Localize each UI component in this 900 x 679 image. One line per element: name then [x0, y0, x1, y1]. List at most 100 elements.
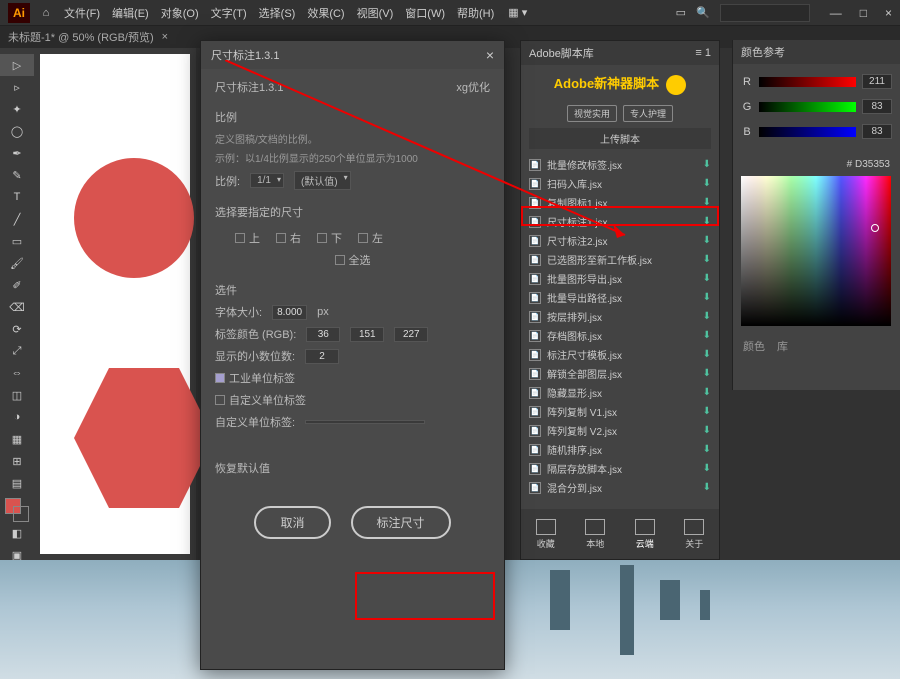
download-icon[interactable]: ⬇	[703, 311, 711, 322]
menu-view[interactable]: 视图(V)	[357, 5, 394, 21]
label-color-r-input[interactable]: 36	[306, 327, 340, 342]
bottom-tab-about[interactable]: 关于	[684, 519, 704, 550]
r-slider[interactable]	[759, 77, 856, 87]
tool-eraser[interactable]: ⌫	[0, 296, 34, 318]
search-input[interactable]	[720, 4, 810, 22]
tool-width[interactable]: ⇔	[0, 362, 34, 384]
check-top[interactable]	[235, 233, 245, 243]
script-item[interactable]: 📄隔层存放脚本.jsx⬇	[521, 459, 719, 478]
script-item[interactable]: 📄尺寸标注2.jsx⬇	[521, 231, 719, 250]
script-item[interactable]: 📄扫码入库.jsx⬇	[521, 174, 719, 193]
g-value-input[interactable]: 83	[862, 99, 892, 114]
tool-shaper[interactable]: ✐	[0, 274, 34, 296]
tool-type[interactable]: T	[0, 186, 34, 208]
scripts-tag-1[interactable]: 视觉实用	[567, 105, 617, 122]
tool-line[interactable]: ╱	[0, 208, 34, 230]
r-value-input[interactable]: 211	[862, 74, 892, 89]
bottom-tab-cloud[interactable]: 云端	[635, 519, 655, 550]
tool-direct-select[interactable]: ▹	[0, 76, 34, 98]
menu-edit[interactable]: 编辑(E)	[112, 5, 149, 21]
script-item[interactable]: 📄随机排序.jsx⬇	[521, 440, 719, 459]
menu-window[interactable]: 窗口(W)	[405, 5, 445, 21]
b-value-input[interactable]: 83	[862, 124, 892, 139]
download-icon[interactable]: ⬇	[703, 482, 711, 493]
color-panel-tab[interactable]: 颜色参考	[733, 40, 900, 64]
script-item[interactable]: 📄尺寸标注1.jsx⬇	[521, 212, 719, 231]
search-icon[interactable]: 🔍	[696, 6, 710, 19]
check-bottom[interactable]	[317, 233, 327, 243]
scripts-list[interactable]: 📄批量修改标签.jsx⬇📄扫码入库.jsx⬇📄复制图标1.jsx⬇📄尺寸标注1.…	[521, 153, 719, 499]
script-item[interactable]: 📄按层排列.jsx⬇	[521, 307, 719, 326]
check-engineering-units[interactable]	[215, 373, 225, 383]
download-icon[interactable]: ⬇	[703, 463, 711, 474]
tool-free-transform[interactable]: ◫	[0, 384, 34, 406]
download-icon[interactable]: ⬇	[703, 159, 711, 170]
scripts-panel-tab[interactable]: Adobe脚本库	[529, 45, 594, 61]
tool-brush[interactable]: 🖌	[0, 252, 34, 274]
check-left[interactable]	[358, 233, 368, 243]
menu-help[interactable]: 帮助(H)	[457, 5, 494, 21]
window-close-icon[interactable]: ×	[885, 6, 892, 20]
download-icon[interactable]: ⬇	[703, 425, 711, 436]
tool-lasso[interactable]: ◯	[0, 120, 34, 142]
hex-value-input[interactable]: D35353	[855, 159, 890, 170]
script-item[interactable]: 📄已选图形至新工作板.jsx⬇	[521, 250, 719, 269]
menu-effect[interactable]: 效果(C)	[307, 5, 344, 21]
label-color-g-input[interactable]: 151	[350, 327, 384, 342]
script-item[interactable]: 📄隐藏显形.jsx⬇	[521, 383, 719, 402]
menu-type[interactable]: 文字(T)	[211, 5, 247, 21]
tool-selection[interactable]: ▷	[0, 54, 34, 76]
label-color-b-input[interactable]: 227	[394, 327, 428, 342]
check-all[interactable]	[335, 255, 345, 265]
script-item[interactable]: 📄批量修改标签.jsx⬇	[521, 155, 719, 174]
document-tab[interactable]: 未标题-1* @ 50% (RGB/预览)	[8, 29, 154, 45]
menu-select[interactable]: 选择(S)	[259, 5, 296, 21]
tool-scale[interactable]: ⤢	[0, 340, 34, 362]
download-icon[interactable]: ⬇	[703, 235, 711, 246]
script-item[interactable]: 📄批量导出路径.jsx⬇	[521, 288, 719, 307]
download-icon[interactable]: ⬇	[703, 178, 711, 189]
tool-pen[interactable]: ✒	[0, 142, 34, 164]
tool-magic-wand[interactable]: ✦	[0, 98, 34, 120]
download-icon[interactable]: ⬇	[703, 368, 711, 379]
shape-circle[interactable]	[74, 158, 194, 278]
window-maximize-icon[interactable]: □	[860, 6, 867, 20]
download-icon[interactable]: ⬇	[703, 387, 711, 398]
tool-perspective[interactable]: ▦	[0, 428, 34, 450]
scripts-tag-2[interactable]: 专人护理	[623, 105, 673, 122]
fill-stroke-swatch[interactable]	[5, 498, 29, 522]
window-minimize-icon[interactable]: —	[830, 6, 842, 20]
dialog-titlebar[interactable]: 尺寸标注1.3.1 ×	[201, 41, 504, 69]
tool-draw-modes[interactable]: ◧	[0, 522, 34, 544]
script-item[interactable]: 📄存档图标.jsx⬇	[521, 326, 719, 345]
ratio-dropdown[interactable]: 1/1	[250, 173, 284, 188]
download-icon[interactable]: ⬇	[703, 330, 711, 341]
lib-tab-library[interactable]: 库	[777, 338, 788, 354]
bottom-tab-fav[interactable]: 收藏	[536, 519, 556, 550]
document-tab-close-icon[interactable]: ×	[162, 31, 168, 43]
script-item[interactable]: 📄阵列复制 V2.jsx⬇	[521, 421, 719, 440]
menu-extra-icon[interactable]: ▦ ▾	[508, 6, 527, 19]
ok-button[interactable]: 标注尺寸	[351, 506, 451, 539]
g-slider[interactable]	[759, 102, 856, 112]
tool-rectangle[interactable]: ▭	[0, 230, 34, 252]
script-item[interactable]: 📄标注尺寸模板.jsx⬇	[521, 345, 719, 364]
scripts-category-button[interactable]: 上传脚本	[529, 128, 711, 149]
menu-file[interactable]: 文件(F)	[64, 5, 100, 21]
check-right[interactable]	[276, 233, 286, 243]
tool-shape-builder[interactable]: ◑	[0, 406, 34, 428]
lib-tab-color[interactable]: 颜色	[743, 338, 765, 354]
color-picker[interactable]	[741, 176, 891, 326]
bottom-tab-local[interactable]: 本地	[585, 519, 605, 550]
download-icon[interactable]: ⬇	[703, 444, 711, 455]
script-item[interactable]: 📄批量图形导出.jsx⬇	[521, 269, 719, 288]
decimals-input[interactable]: 2	[305, 349, 339, 364]
download-icon[interactable]: ⬇	[703, 349, 711, 360]
tool-rotate[interactable]: ⟳	[0, 318, 34, 340]
menu-object[interactable]: 对象(O)	[161, 5, 199, 21]
font-size-input[interactable]: 8.000	[272, 305, 307, 320]
script-item[interactable]: 📄解锁全部图层.jsx⬇	[521, 364, 719, 383]
custom-units-input[interactable]	[305, 420, 425, 424]
tool-curvature[interactable]: ✎	[0, 164, 34, 186]
dialog-close-icon[interactable]: ×	[486, 47, 494, 63]
